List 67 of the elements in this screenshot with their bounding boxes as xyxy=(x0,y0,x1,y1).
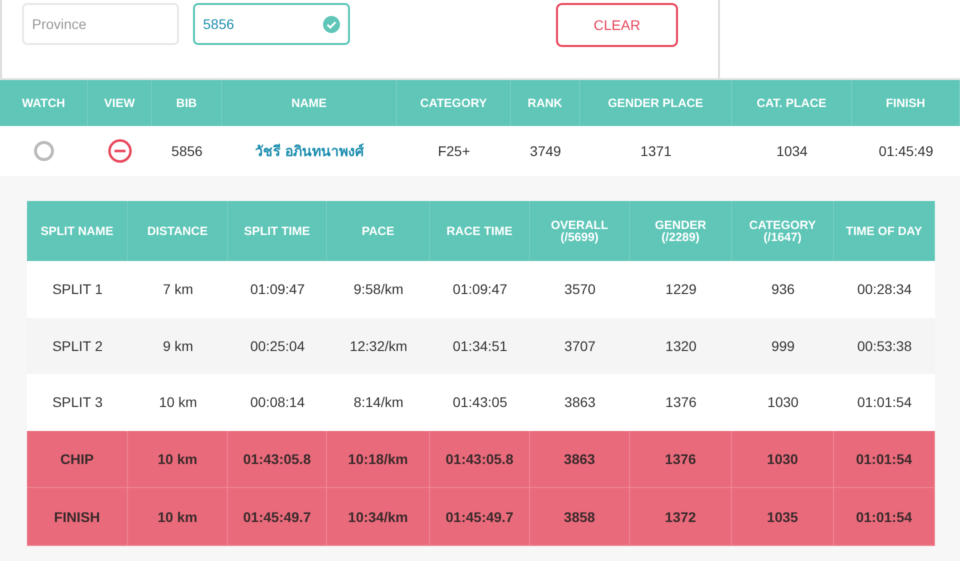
table-cell: 01:43:05.8 xyxy=(228,430,327,488)
clear-button[interactable]: CLEAR xyxy=(556,3,678,47)
table-cell: 5856 xyxy=(171,143,203,159)
table-cell-text: SPLIT 2 xyxy=(51,336,104,356)
table-cell: 1376 xyxy=(630,430,732,488)
table-cell: 10 km xyxy=(128,430,228,488)
table-cell-text: 12:32/km xyxy=(348,336,408,356)
watch-radio[interactable] xyxy=(34,141,54,161)
table-cell-text: SPLIT 1 xyxy=(51,280,104,300)
table-cell: 1371 xyxy=(640,143,672,159)
table-cell-text: 00:53:38 xyxy=(856,336,913,356)
column-header: CATEGORY (/1647) xyxy=(748,219,817,243)
column-header: DISTANCE xyxy=(147,225,208,237)
table-cell-text: 00:25:04 xyxy=(249,336,306,356)
column-header: RACE TIME xyxy=(446,225,512,237)
table-cell: 01:01:54 xyxy=(834,488,935,545)
table-cell: 1030 xyxy=(732,430,834,488)
table-cell-text: 00:28:34 xyxy=(856,280,913,300)
column-header: OVERALL (/5699) xyxy=(550,219,610,243)
table-cell: 01:43:05.8 xyxy=(430,430,530,488)
collapse-icon[interactable] xyxy=(108,139,132,163)
table-cell: 1034 xyxy=(776,143,808,159)
table-cell: 01:01:54 xyxy=(834,430,935,488)
column-header: PACE xyxy=(362,225,394,237)
table-cell-text: 01:09:47 xyxy=(452,280,508,300)
table-cell: 3749 xyxy=(530,143,562,159)
table-cell: 1372 xyxy=(630,488,732,545)
table-cell-text: 1376 xyxy=(664,393,698,412)
table-cell-text: SPLIT 3 xyxy=(51,393,104,412)
table-cell-text: 1320 xyxy=(664,336,698,356)
runner-name-link[interactable]: วัชรี อภินทนาพงศ์ xyxy=(255,140,364,162)
table-cell: 3858 xyxy=(530,488,630,545)
column-header: GENDER (/2289) xyxy=(654,219,708,243)
table-cell-text: 3863 xyxy=(563,393,597,412)
column-header: SPLIT NAME xyxy=(40,225,114,237)
table-cell: 01:45:49 xyxy=(878,143,934,159)
table-cell-text: 1030 xyxy=(766,393,800,412)
bib-field[interactable]: 5856 xyxy=(193,3,350,45)
column-header: SPLIT TIME xyxy=(244,225,310,237)
table-cell-text: 1229 xyxy=(664,280,698,300)
table-cell: CHIP xyxy=(27,430,128,488)
table-cell: 01:45:49.7 xyxy=(430,488,530,545)
table-cell-text: 8:14/km xyxy=(352,393,404,412)
column-header: TIME OF DAY xyxy=(846,225,922,237)
table-cell: 10 km xyxy=(128,488,228,545)
table-cell-text: 3707 xyxy=(563,336,597,356)
table-cell-text: 3570 xyxy=(563,280,597,300)
table-cell-text: 10 km xyxy=(158,393,198,412)
table-cell: 10:18/km xyxy=(327,430,430,488)
check-icon xyxy=(323,16,340,32)
table-cell: F25+ xyxy=(438,143,470,159)
table-cell: 01:45:49.7 xyxy=(228,488,327,545)
table-cell-text: 01:09:47 xyxy=(249,280,306,300)
table-cell-text: 00:08:14 xyxy=(249,393,306,412)
table-cell-text: 936 xyxy=(770,280,796,300)
table-cell-text: 9:58/km xyxy=(352,280,404,300)
table-cell: 1035 xyxy=(732,488,834,545)
table-cell-text: 01:43:05 xyxy=(452,393,508,412)
table-cell: FINISH xyxy=(27,488,128,545)
table-cell-text: 7 km xyxy=(162,280,194,300)
table-cell: 10:34/km xyxy=(327,488,430,545)
table-cell-text: 9 km xyxy=(162,336,194,356)
table-cell-text: 999 xyxy=(770,336,796,356)
table-cell-text: 01:01:54 xyxy=(856,393,913,412)
table-cell: 3863 xyxy=(530,430,630,488)
table-cell-text: 01:34:51 xyxy=(452,336,508,356)
province-field[interactable]: Province xyxy=(22,3,179,45)
